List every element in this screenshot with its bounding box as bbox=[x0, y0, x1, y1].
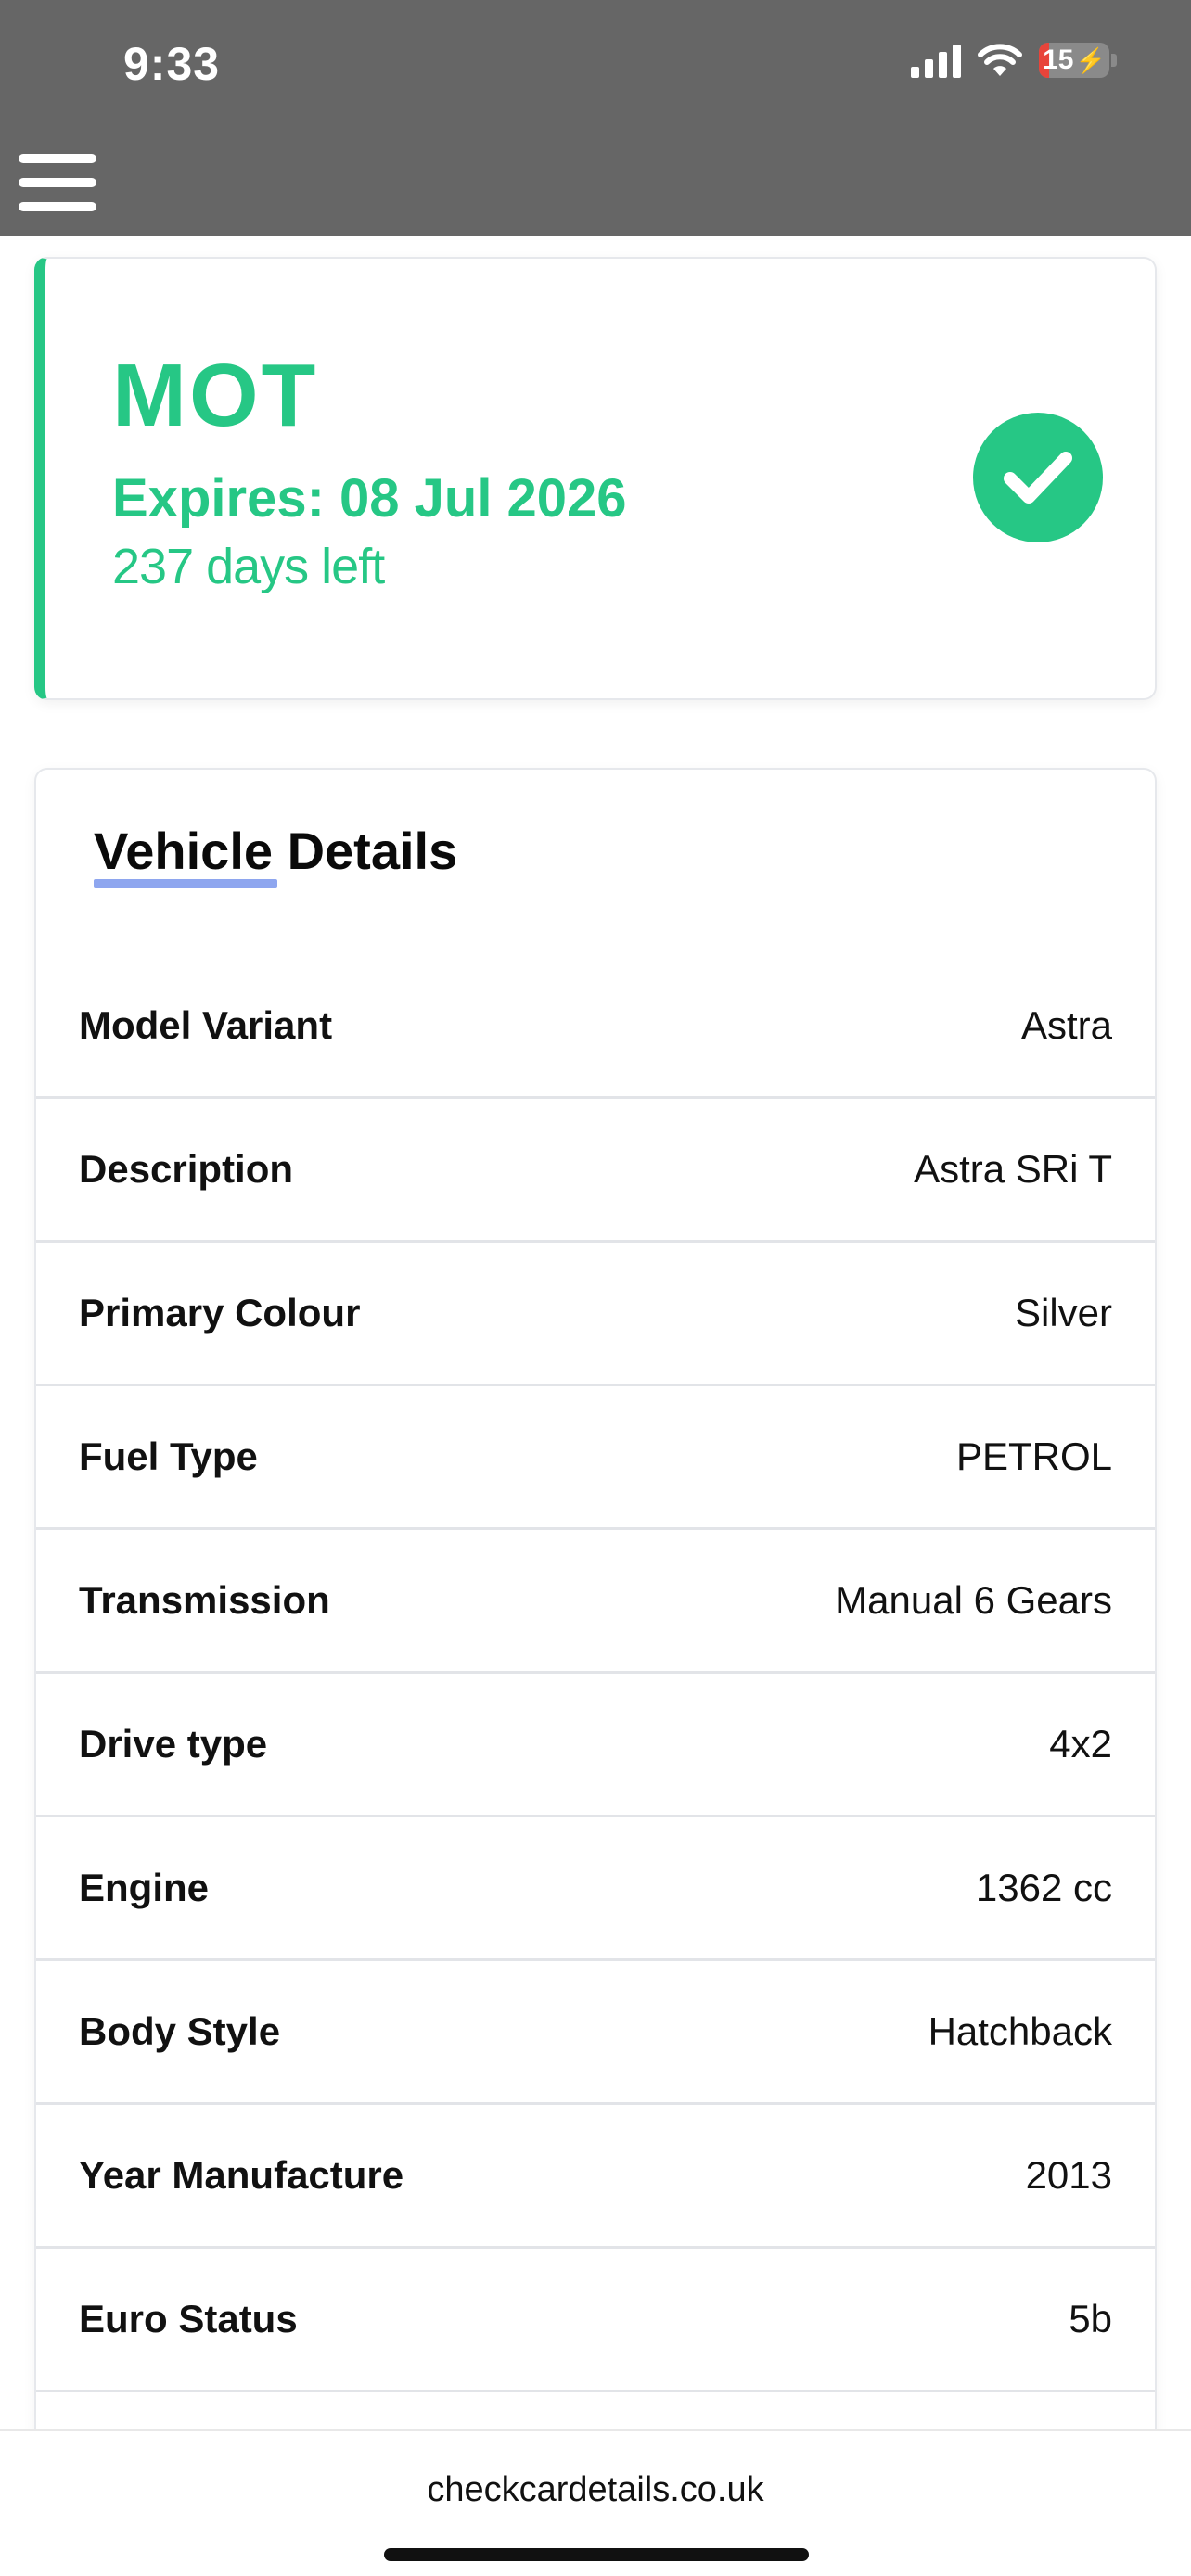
status-icons: 15 ⚡ bbox=[911, 43, 1117, 78]
detail-label: Model Variant bbox=[79, 1003, 333, 1047]
hamburger-menu-icon[interactable] bbox=[19, 154, 96, 211]
detail-value: Astra SRi T bbox=[914, 1147, 1112, 1191]
detail-value: Hatchback bbox=[928, 2009, 1112, 2053]
vehicle-details-list: Model Variant Astra Description Astra SR… bbox=[36, 955, 1155, 2392]
detail-value: Manual 6 Gears bbox=[835, 1578, 1112, 1622]
cellular-signal-icon bbox=[911, 43, 961, 78]
detail-row-transmission: Transmission Manual 6 Gears bbox=[36, 1530, 1155, 1674]
detail-row-drive-type: Drive type 4x2 bbox=[36, 1674, 1155, 1817]
detail-label: Year Manufacture bbox=[79, 2153, 404, 2197]
detail-value: Astra bbox=[1020, 1003, 1112, 1047]
detail-label: Drive type bbox=[79, 1722, 268, 1766]
detail-value: PETROL bbox=[955, 1435, 1112, 1478]
battery-charging-icon: 15 ⚡ bbox=[1039, 43, 1117, 78]
detail-label: Body Style bbox=[79, 2009, 281, 2053]
detail-row-engine: Engine 1362 cc bbox=[36, 1817, 1155, 1961]
battery-level: 15 bbox=[1043, 45, 1074, 75]
detail-row-euro-status: Euro Status 5b bbox=[36, 2249, 1155, 2392]
detail-row-year-manufacture: Year Manufacture 2013 bbox=[36, 2105, 1155, 2249]
detail-value: 4x2 bbox=[1049, 1722, 1112, 1766]
vehicle-details-title: Vehicle Details bbox=[94, 822, 458, 880]
detail-value: 5b bbox=[1069, 2297, 1112, 2340]
top-bar: 9:33 15 ⚡ bbox=[0, 0, 1191, 236]
browser-address-bar[interactable]: checkcardetails.co.uk bbox=[0, 2429, 1191, 2576]
detail-label: Description bbox=[79, 1147, 294, 1191]
home-indicator[interactable] bbox=[384, 2548, 809, 2561]
detail-row-model-variant: Model Variant Astra bbox=[36, 955, 1155, 1099]
detail-label: Engine bbox=[79, 1866, 210, 1909]
detail-label: Euro Status bbox=[79, 2297, 298, 2340]
title-underline bbox=[94, 879, 277, 888]
url-text[interactable]: checkcardetails.co.uk bbox=[0, 2470, 1191, 2510]
detail-label: Transmission bbox=[79, 1578, 330, 1622]
mot-days-left: 237 days left bbox=[112, 539, 385, 594]
mot-title: MOT bbox=[112, 346, 319, 445]
status-time: 9:33 bbox=[123, 38, 221, 90]
detail-label: Fuel Type bbox=[79, 1435, 258, 1478]
check-circle-icon bbox=[973, 413, 1103, 542]
mot-card: MOT Expires: 08 Jul 2026 237 days left bbox=[34, 257, 1157, 700]
detail-row-description: Description Astra SRi T bbox=[36, 1099, 1155, 1243]
vehicle-details-card: Vehicle Details Model Variant Astra Desc… bbox=[34, 768, 1157, 2576]
detail-row-body-style: Body Style Hatchback bbox=[36, 1961, 1155, 2105]
detail-label: Primary Colour bbox=[79, 1291, 361, 1334]
detail-row-primary-colour: Primary Colour Silver bbox=[36, 1243, 1155, 1386]
wifi-icon bbox=[978, 44, 1022, 76]
detail-row-fuel-type: Fuel Type PETROL bbox=[36, 1386, 1155, 1530]
mot-expiry-date: Expires: 08 Jul 2026 bbox=[112, 468, 627, 529]
detail-value: 2013 bbox=[1025, 2153, 1112, 2197]
detail-value: 1362 cc bbox=[975, 1866, 1112, 1909]
detail-value: Silver bbox=[1014, 1291, 1112, 1334]
